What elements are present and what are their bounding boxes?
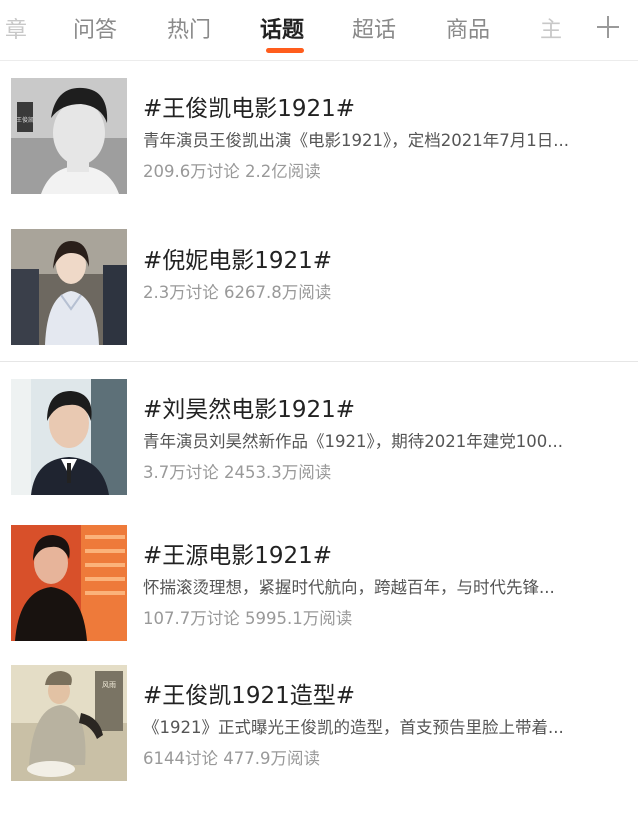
- topic-title[interactable]: #王俊凯1921造型#: [143, 676, 355, 710]
- topic-item[interactable]: 风雨 #王俊凯1921造型# 《1921》正式曝光王俊凯的造型，首支预告里脸上带…: [0, 648, 638, 796]
- topic-title[interactable]: #王俊凯电影1921#: [143, 89, 355, 123]
- topic-thumbnail: [11, 379, 127, 495]
- topic-thumbnail: [11, 229, 127, 345]
- topic-stats: 6144讨论 477.9万阅读: [143, 749, 320, 768]
- tab-topic[interactable]: 话题: [260, 12, 304, 44]
- topic-item[interactable]: #倪妮电影1921# 2.3万讨论 6267.8万阅读: [0, 213, 638, 362]
- topic-title[interactable]: #倪妮电影1921#: [143, 241, 332, 275]
- topic-item[interactable]: #刘昊然电影1921# 青年演员刘昊然新作品《1921》，期待2021年建党10…: [0, 362, 638, 508]
- topic-description: 《1921》正式曝光王俊凯的造型，首支预告里脸上带着...: [143, 718, 564, 737]
- topic-item[interactable]: 王俊凯 #王俊凯电影1921# 青年演员王俊凯出演《电影1921》，定档2021…: [0, 61, 638, 213]
- topic-thumbnail: [11, 525, 127, 641]
- tab-bar: 章 问答 热门 话题 超话 商品 主: [0, 0, 638, 61]
- topic-stats: 3.7万讨论 2453.3万阅读: [143, 463, 332, 482]
- tab-super-topic[interactable]: 超话: [352, 12, 396, 44]
- plus-icon[interactable]: [595, 14, 621, 40]
- active-tab-indicator: [266, 48, 304, 53]
- tab-hot[interactable]: 热门: [167, 12, 211, 44]
- tab-products[interactable]: 商品: [446, 12, 490, 44]
- topic-title[interactable]: #刘昊然电影1921#: [143, 390, 355, 424]
- topic-stats: 107.7万讨论 5995.1万阅读: [143, 609, 353, 628]
- tab-qa[interactable]: 问答: [73, 12, 117, 44]
- topic-thumbnail: 风雨: [11, 665, 127, 781]
- topic-stats: 209.6万讨论 2.2亿阅读: [143, 162, 321, 181]
- topic-stats: 2.3万讨论 6267.8万阅读: [143, 283, 332, 302]
- topic-description: 青年演员刘昊然新作品《1921》，期待2021年建党100...: [143, 432, 563, 451]
- topic-list: 王俊凯 #王俊凯电影1921# 青年演员王俊凯出演《电影1921》，定档2021…: [0, 61, 638, 796]
- topic-title[interactable]: #王源电影1921#: [143, 536, 332, 570]
- tab-article[interactable]: 章: [5, 12, 27, 44]
- topic-description: 青年演员王俊凯出演《电影1921》，定档2021年7月1日...: [143, 131, 569, 150]
- topic-description: 怀揣滚烫理想，紧握时代航向，跨越百年，与时代先锋...: [143, 578, 555, 597]
- thumbnail-caption: 风雨: [102, 681, 116, 689]
- topic-item[interactable]: #王源电影1921# 怀揣滚烫理想，紧握时代航向，跨越百年，与时代先锋... 1…: [0, 508, 638, 648]
- topic-thumbnail: 王俊凯: [11, 78, 127, 194]
- tab-host[interactable]: 主: [540, 12, 562, 44]
- thumbnail-caption: 王俊凯: [16, 116, 34, 124]
